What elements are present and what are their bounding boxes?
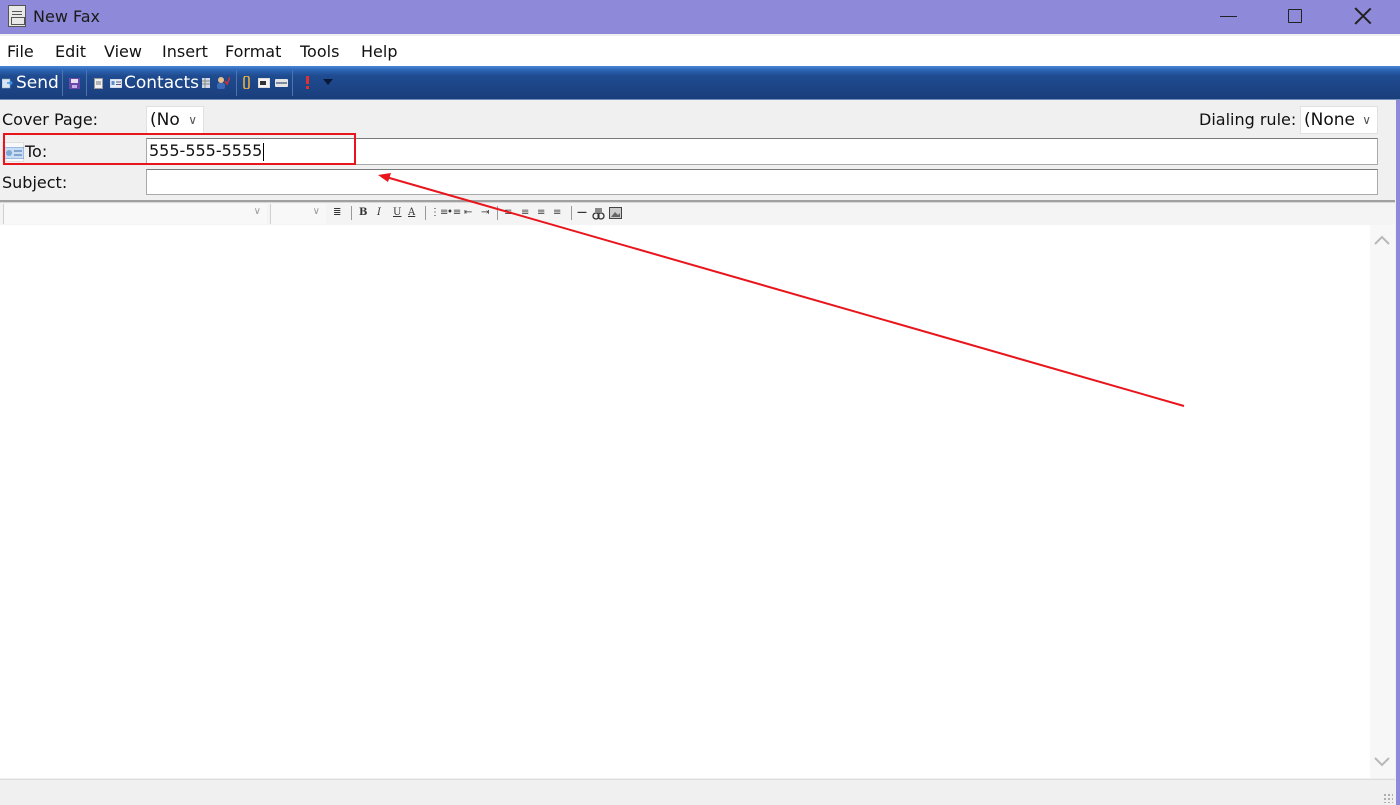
scroll-down-icon[interactable] xyxy=(1374,755,1390,769)
formatting-toolbar: ∨ ∨ ≣ B I U A ⋮≡ •≡ ⇤ ⇥ ≡ ≡ ≡ ≡ — xyxy=(0,203,1395,225)
toolbar-separator xyxy=(62,70,63,96)
menu-tools[interactable]: Tools xyxy=(300,42,339,61)
chevron-down-icon: ∨ xyxy=(1362,113,1371,127)
chevron-down-icon: ∨ xyxy=(188,113,197,127)
toolbar-separator xyxy=(425,206,426,220)
toolbar-separator xyxy=(571,206,572,220)
font-color-button[interactable]: A xyxy=(408,206,415,220)
chevron-down-icon: ∨ xyxy=(253,206,261,217)
maximize-button[interactable] xyxy=(1262,0,1328,34)
underline-button[interactable]: U xyxy=(393,206,401,220)
numbered-list-button[interactable]: ⋮≡ xyxy=(430,206,448,220)
align-center-button[interactable]: ≡ xyxy=(521,206,529,220)
cover-page-value: (No xyxy=(150,110,180,130)
cover-page-dropdown[interactable]: (No ∨ xyxy=(146,106,204,134)
to-address-book-button[interactable] xyxy=(2,142,24,162)
link-icon[interactable] xyxy=(592,207,605,220)
bold-button[interactable]: B xyxy=(359,206,367,220)
decrease-indent-button[interactable]: ⇤ xyxy=(464,206,472,220)
cover-page-label: Cover Page: xyxy=(2,110,99,129)
insert-text-icon[interactable] xyxy=(258,78,270,88)
title-bar: New Fax xyxy=(0,0,1400,34)
contacts-button[interactable]: Contacts xyxy=(110,73,199,93)
menu-file[interactable]: File xyxy=(7,42,34,61)
contacts-card-icon xyxy=(110,79,122,88)
close-button[interactable] xyxy=(1330,0,1396,34)
check-names-icon[interactable] xyxy=(216,76,230,89)
vertical-scrollbar[interactable] xyxy=(1370,225,1395,778)
chevron-down-icon: ∨ xyxy=(312,206,320,217)
fax-header-fields: Cover Page: (No ∨ Dialing rule: (None ∨ … xyxy=(0,100,1400,200)
close-icon xyxy=(1354,7,1372,25)
window-border xyxy=(1396,100,1400,805)
status-bar xyxy=(0,779,1395,805)
address-card-icon xyxy=(4,147,24,159)
to-value: 555-555-5555 xyxy=(149,141,263,160)
font-size-dropdown[interactable]: ∨ xyxy=(270,204,326,224)
dialing-rule-dropdown[interactable]: (None ∨ xyxy=(1300,106,1378,134)
resize-grip-icon[interactable] xyxy=(1383,793,1393,803)
toolbar-separator xyxy=(292,70,293,96)
bullet-list-button[interactable]: •≡ xyxy=(447,206,461,220)
contacts-label: Contacts xyxy=(124,73,199,93)
main-toolbar: Send Contacts xyxy=(0,66,1400,100)
paragraph-style-button[interactable]: ≣ xyxy=(333,206,341,220)
menu-help[interactable]: Help xyxy=(361,42,397,61)
address-book-icon[interactable] xyxy=(202,78,210,88)
maximize-icon xyxy=(1288,9,1302,23)
toolbar-separator xyxy=(236,70,237,96)
to-label: To: xyxy=(25,142,48,161)
save-icon[interactable] xyxy=(69,78,81,89)
send-icon xyxy=(2,78,13,89)
send-label: Send xyxy=(16,73,59,93)
subject-label: Subject: xyxy=(2,173,68,192)
text-caret xyxy=(263,142,265,161)
menu-insert[interactable]: Insert xyxy=(162,42,208,61)
toolbar-separator xyxy=(497,206,498,220)
align-left-button[interactable]: ≡ xyxy=(504,206,512,220)
new-page-icon[interactable] xyxy=(94,78,104,89)
increase-indent-button[interactable]: ⇥ xyxy=(481,206,489,220)
fax-app-icon xyxy=(8,5,26,27)
menu-bar: File Edit View Insert Format Tools Help xyxy=(0,36,1400,66)
minimize-icon xyxy=(1220,16,1237,17)
minimize-button[interactable] xyxy=(1196,0,1262,34)
dialing-rule-value: (None xyxy=(1304,110,1355,130)
insert-image-icon[interactable] xyxy=(609,207,622,219)
subject-input[interactable] xyxy=(146,169,1378,195)
window-title: New Fax xyxy=(33,7,100,26)
toolbar-separator xyxy=(86,70,87,96)
menu-format[interactable]: Format xyxy=(225,42,281,61)
attach-icon[interactable] xyxy=(243,76,250,89)
menu-edit[interactable]: Edit xyxy=(55,42,86,61)
font-name-dropdown[interactable]: ∨ xyxy=(3,204,267,224)
priority-icon[interactable] xyxy=(305,76,310,89)
scan-icon[interactable] xyxy=(275,79,288,87)
scroll-up-icon[interactable] xyxy=(1374,233,1390,247)
align-right-button[interactable]: ≡ xyxy=(537,206,545,220)
horizontal-line-button[interactable]: — xyxy=(577,206,587,220)
menu-view[interactable]: View xyxy=(104,42,142,61)
fax-window: New Fax File Edit View Insert Format Too… xyxy=(0,0,1400,805)
fax-body-editor[interactable] xyxy=(0,225,1370,778)
send-button[interactable]: Send xyxy=(2,73,59,93)
dialing-rule-label: Dialing rule: xyxy=(1199,110,1297,129)
to-input[interactable]: 555-555-5555 xyxy=(146,138,1378,165)
toolbar-separator xyxy=(351,206,352,220)
justify-button[interactable]: ≡ xyxy=(553,206,561,220)
italic-button[interactable]: I xyxy=(377,206,381,220)
dropdown-arrow-icon[interactable] xyxy=(323,79,333,85)
